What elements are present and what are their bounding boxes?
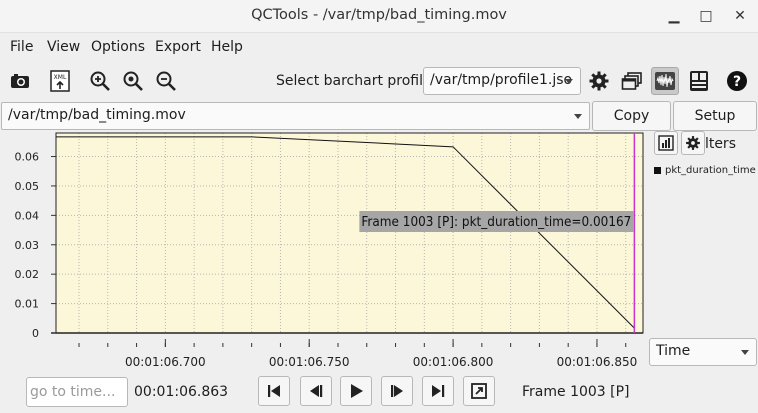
maximize-icon: □: [699, 8, 713, 24]
zoom-out-icon[interactable]: [153, 68, 179, 94]
y-tick-label: 0.01: [15, 298, 40, 311]
skip-end-icon: [432, 385, 445, 397]
toolbar: XML Select barchart profile: /var/tmp/pr…: [0, 61, 758, 101]
y-tick-label: 0.05: [15, 180, 40, 193]
x-tick-label: 00:01:06.700: [125, 355, 206, 369]
legend-label: pkt_duration_time: [665, 165, 756, 176]
current-timestamp: 00:01:06.863: [134, 384, 229, 400]
y-tick-label: 0: [32, 327, 39, 340]
frame-label: Frame 1003 [P]: [522, 384, 630, 400]
x-tick-label: 00:01:06.850: [557, 355, 638, 369]
camera-icon[interactable]: [7, 68, 33, 94]
y-tick-label: 0.02: [15, 268, 40, 281]
close-button[interactable]: ✕: [730, 6, 750, 26]
profile-select-value: /var/tmp/profile1.jso: [430, 72, 573, 88]
copy-button[interactable]: Copy: [592, 101, 671, 131]
menu-help[interactable]: Help: [211, 39, 243, 55]
menu-view[interactable]: View: [47, 39, 80, 55]
chart-legend: pkt_duration_time: [654, 165, 756, 176]
first-frame-button[interactable]: [258, 376, 290, 406]
menu-bar: File View Options Export Help: [0, 33, 758, 61]
xml-export-icon[interactable]: XML: [47, 68, 73, 94]
title-bar: QCTools - /var/tmp/bad_timing.mov ▁ □ ✕: [0, 0, 758, 33]
chevron-down-icon: [741, 350, 749, 355]
y-tick-label: 0.06: [15, 151, 40, 164]
x-axis: 00:01:06.700 00:01:06.750 00:01:06.800 00:0…: [78, 339, 638, 369]
grid: [51, 132, 644, 334]
step-back-icon: [310, 385, 323, 397]
menu-export[interactable]: Export: [155, 39, 201, 55]
y-axis: 0 0.01 0.02 0.03 0.04 0.05 0.06: [15, 151, 56, 340]
panels-icon[interactable]: [686, 68, 712, 94]
goto-time-input[interactable]: [26, 377, 128, 407]
profile-label: Select barchart profile:: [276, 73, 437, 89]
gear-icon: [686, 136, 700, 150]
gear-icon[interactable]: [586, 68, 612, 94]
zoom-in-icon[interactable]: [87, 68, 113, 94]
y-tick-label: 0.04: [15, 209, 40, 222]
previous-frame-button[interactable]: [300, 376, 332, 406]
file-select-value: /var/tmp/bad_timing.mov: [8, 107, 186, 123]
y-tick-label: 0.03: [15, 239, 40, 252]
legend-swatch: [654, 167, 661, 174]
chevron-down-icon: [574, 114, 582, 119]
tooltip-text: Frame 1003 [P]: pkt_duration_time=0.0016…: [361, 215, 631, 230]
minimize-button[interactable]: ▁: [664, 6, 684, 26]
setup-filters-button[interactable]: Setup Filters: [673, 101, 757, 152]
skip-start-icon: [268, 385, 280, 397]
chart-button[interactable]: [654, 131, 678, 155]
next-frame-button[interactable]: [381, 376, 413, 406]
zoom-reset-icon[interactable]: [120, 68, 146, 94]
expand-icon: [471, 383, 487, 399]
file-select[interactable]: /var/tmp/bad_timing.mov: [1, 102, 590, 130]
step-forward-icon: [391, 385, 403, 397]
x-tick-label: 00:01:06.750: [269, 355, 350, 369]
menu-options[interactable]: Options: [91, 39, 145, 55]
windows-icon[interactable]: [619, 68, 645, 94]
last-frame-button[interactable]: [422, 376, 454, 406]
minimize-icon: ▁: [668, 8, 680, 24]
profile-select[interactable]: /var/tmp/profile1.jso: [423, 67, 581, 95]
fullscreen-button[interactable]: [463, 376, 495, 406]
svg-text:XML: XML: [54, 74, 67, 81]
maximize-button[interactable]: □: [696, 6, 716, 26]
play-icon: [351, 384, 363, 398]
play-button[interactable]: [340, 376, 372, 406]
line-chart[interactable]: 00.010.020.030.040.050.06 00:01:06.700 00…: [0, 131, 650, 373]
x-axis-mode-value: Time: [656, 343, 691, 359]
close-icon: ✕: [734, 8, 746, 24]
help-icon[interactable]: ?: [724, 68, 750, 94]
chevron-down-icon: [565, 79, 573, 84]
plot-settings-button[interactable]: [681, 131, 705, 155]
waveform-icon[interactable]: [651, 67, 679, 95]
window-title: QCTools - /var/tmp/bad_timing.mov: [251, 7, 507, 23]
menu-file[interactable]: File: [10, 39, 33, 55]
plot-background: [56, 133, 643, 333]
x-axis-mode-select[interactable]: Time: [649, 338, 757, 366]
svg-text:?: ?: [733, 74, 741, 90]
x-tick-label: 00:01:06.800: [413, 355, 494, 369]
